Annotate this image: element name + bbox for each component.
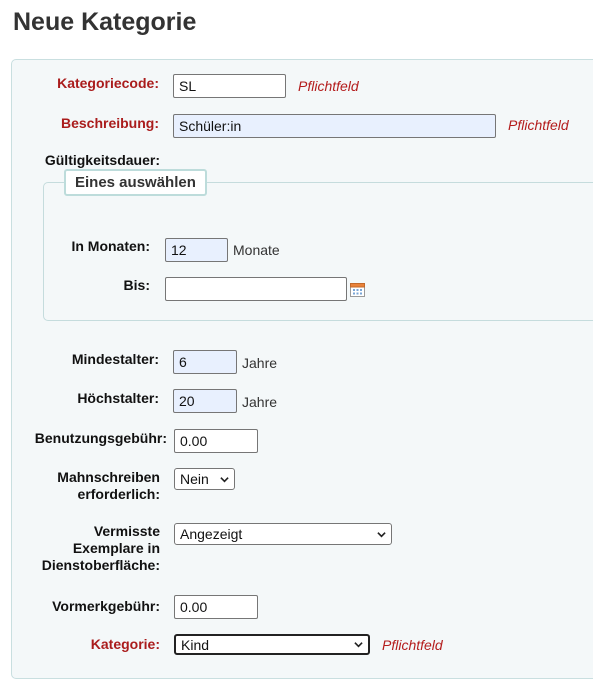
until-label: Bis:	[123, 277, 150, 293]
category-label: Kategorie:	[90, 636, 160, 652]
reserve-fee-label: Vormerkgebühr:	[52, 598, 160, 614]
min-age-input[interactable]: 6	[173, 350, 237, 374]
validity-legend: Eines auswählen	[64, 169, 207, 196]
category-required-note: Pflichtfeld	[382, 637, 443, 653]
months-label: In Monaten:	[71, 238, 150, 254]
overdue-notice-select[interactable]: Nein	[174, 468, 235, 490]
page-title: Neue Kategorie	[13, 8, 197, 36]
lost-items-label-line2: Exemplare in	[72, 540, 160, 556]
min-age-unit: Jahre	[242, 355, 278, 371]
category-select[interactable]: Kind	[174, 634, 370, 655]
max-age-unit: Jahre	[242, 394, 278, 410]
lost-items-label-line3: Dienstoberfläche:	[41, 557, 160, 573]
fee-label: Benutzungsgebühr:	[34, 430, 167, 446]
lost-items-select[interactable]: Angezeigt	[174, 523, 392, 545]
min-age-label: Mindestalter:	[71, 351, 159, 367]
overdue-notice-selected: Nein	[180, 471, 209, 487]
reserve-fee-input[interactable]: 0.00	[174, 595, 258, 619]
category-code-required-note: Pflichtfeld	[298, 78, 359, 94]
description-required-note: Pflichtfeld	[508, 117, 569, 133]
max-age-input[interactable]: 20	[173, 389, 237, 413]
category-code-label: Kategoriecode:	[57, 75, 159, 91]
category-code-input[interactable]: SL	[173, 74, 286, 98]
calendar-icon[interactable]	[350, 282, 365, 297]
validity-label: Gültigkeitsdauer:	[44, 152, 160, 168]
until-date-input[interactable]	[165, 277, 347, 301]
lost-items-label-line1: Vermisste	[93, 523, 160, 539]
lost-items-selected: Angezeigt	[180, 526, 243, 542]
description-label: Beschreibung:	[60, 115, 159, 131]
fee-input[interactable]: 0.00	[174, 429, 258, 453]
max-age-label: Höchstalter:	[77, 390, 159, 406]
chevron-down-icon	[354, 642, 363, 648]
description-input[interactable]: Schüler:in	[173, 114, 496, 138]
months-input[interactable]: 12	[165, 238, 228, 262]
chevron-down-icon	[377, 531, 386, 537]
overdue-notice-label-line2: erforderlich:	[77, 486, 160, 502]
overdue-notice-label-line1: Mahnschreiben	[57, 469, 160, 485]
chevron-down-icon	[220, 476, 229, 482]
category-selected: Kind	[181, 636, 210, 653]
months-unit: Monate	[233, 242, 280, 258]
